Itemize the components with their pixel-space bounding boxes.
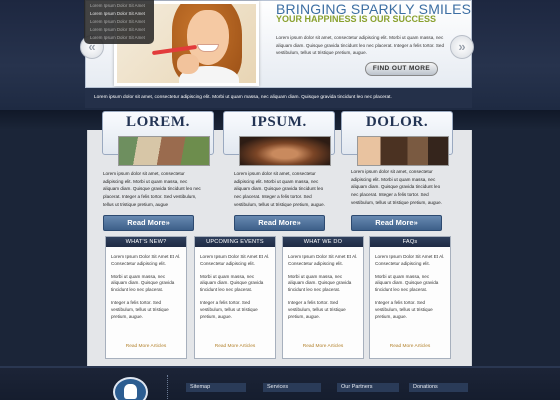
- feature-image: [118, 136, 210, 166]
- read-more-button[interactable]: Read More»: [103, 215, 194, 231]
- box-heading: WHAT'S NEW?: [106, 237, 186, 247]
- dropdown-item[interactable]: Lorem Ipsum Dolor Sit Amet: [90, 2, 148, 10]
- box-heading: UPCOMING EVENTS: [195, 237, 275, 247]
- box-paragraph: Lorem Ipsum Dolor Sit Amet Et Al. Consec…: [288, 254, 358, 266]
- box-paragraph: Lorem Ipsum Dolor Sit Amet Et Al. Consec…: [111, 254, 181, 266]
- box-paragraph: Integer a felis tortor. Sed vestibulum, …: [288, 299, 346, 319]
- box-heading: FAQs: [370, 237, 450, 247]
- dropdown-item[interactable]: Lorem Ipsum Dolor Sit Amet: [90, 10, 148, 18]
- box-paragraph: Morbi ut quam massa, nec aliquam diam. Q…: [111, 273, 175, 293]
- feature-text: Lorem ipsum dolor sit amet, consectetur …: [351, 169, 442, 205]
- info-box-upcoming-events: UPCOMING EVENTS Lorem Ipsum Dolor Sit Am…: [194, 236, 276, 359]
- find-out-more-button[interactable]: FIND OUT MORE: [365, 62, 438, 76]
- box-paragraph: Integer a felis tortor. Sed vestibulum, …: [375, 299, 433, 319]
- box-paragraph: Integer a felis tortor. Sed vestibulum, …: [200, 299, 258, 319]
- feature-card-lorem: LOREM. Lorem ipsum dolor sit amet, conse…: [102, 111, 214, 231]
- feature-card-dolor: DOLOR. Lorem ipsum dolor sit amet, conse…: [341, 111, 453, 231]
- dropdown-item[interactable]: Lorem Ipsum Dolor Sit Amet: [90, 34, 148, 42]
- nav-dropdown-menu: Lorem Ipsum Dolor Sit Amet Lorem Ipsum D…: [84, 0, 154, 44]
- tooth-logo-icon: [113, 377, 148, 400]
- footer-link-our-partners[interactable]: Our Partners: [337, 383, 399, 392]
- footer-link-donations[interactable]: Donations: [409, 383, 468, 392]
- read-more-button[interactable]: Read More»: [351, 215, 442, 231]
- feature-card-ipsum: IPSUM. Lorem ipsum dolor sit amet, conse…: [223, 111, 335, 231]
- box-paragraph: Morbi ut quam massa, nec aliquam diam. Q…: [375, 273, 439, 293]
- feature-title: IPSUM.: [251, 114, 307, 130]
- info-box-faqs: FAQs Lorem Ipsum Dolor Sit Amet Et Al. C…: [369, 236, 451, 359]
- main-content: LOREM. Lorem ipsum dolor sit amet, conse…: [87, 111, 472, 366]
- footer-link-sitemap[interactable]: Sitemap: [186, 383, 246, 392]
- feature-image: [357, 136, 449, 166]
- box-paragraph: Lorem Ipsum Dolor Sit Amet Et Al. Consec…: [200, 254, 270, 266]
- feature-text: Lorem ipsum dolor sit amet, consectetur …: [103, 171, 201, 207]
- info-box-whats-new: WHAT'S NEW? Lorem Ipsum Dolor Sit Amet E…: [105, 236, 187, 359]
- info-box-what-we-do: WHAT WE DO Lorem Ipsum Dolor Sit Amet Et…: [282, 236, 364, 359]
- read-more-articles-link[interactable]: Read More Articles: [195, 344, 275, 349]
- footer-link-services[interactable]: Services: [263, 383, 321, 392]
- hero-caption: Lorem ipsum dolor sit amet, consectetur …: [85, 88, 472, 108]
- hero-text: Lorem ipsum dolor sit amet, consectetur …: [276, 35, 445, 55]
- feature-title: LOREM.: [125, 114, 191, 130]
- box-paragraph: Morbi ut quam massa, nec aliquam diam. Q…: [288, 273, 352, 293]
- feature-image: [239, 136, 331, 166]
- feature-text: Lorem ipsum dolor sit amet, consectetur …: [234, 171, 325, 207]
- box-paragraph: Morbi ut quam massa, nec aliquam diam. Q…: [200, 273, 264, 293]
- dropdown-item[interactable]: Lorem Ipsum Dolor Sit Amet: [90, 18, 148, 26]
- box-paragraph: Integer a felis tortor. Sed vestibulum, …: [111, 299, 169, 319]
- feature-title: DOLOR.: [365, 114, 429, 130]
- hero-subtitle: YOUR HAPPINESS IS OUR SUCCESS: [276, 14, 437, 24]
- box-heading: WHAT WE DO: [283, 237, 363, 247]
- footer-divider: [167, 375, 168, 399]
- read-more-articles-link[interactable]: Read More Articles: [370, 344, 450, 349]
- slider-next-arrow-icon[interactable]: »: [450, 35, 474, 59]
- read-more-articles-link[interactable]: Read More Articles: [283, 344, 363, 349]
- box-paragraph: Lorem Ipsum Dolor Sit Amet Et Al. Consec…: [375, 254, 445, 266]
- read-more-articles-link[interactable]: Read More Articles: [106, 344, 186, 349]
- read-more-button[interactable]: Read More»: [234, 215, 325, 231]
- dropdown-item[interactable]: Lorem Ipsum Dolor Sit Amet: [90, 26, 148, 34]
